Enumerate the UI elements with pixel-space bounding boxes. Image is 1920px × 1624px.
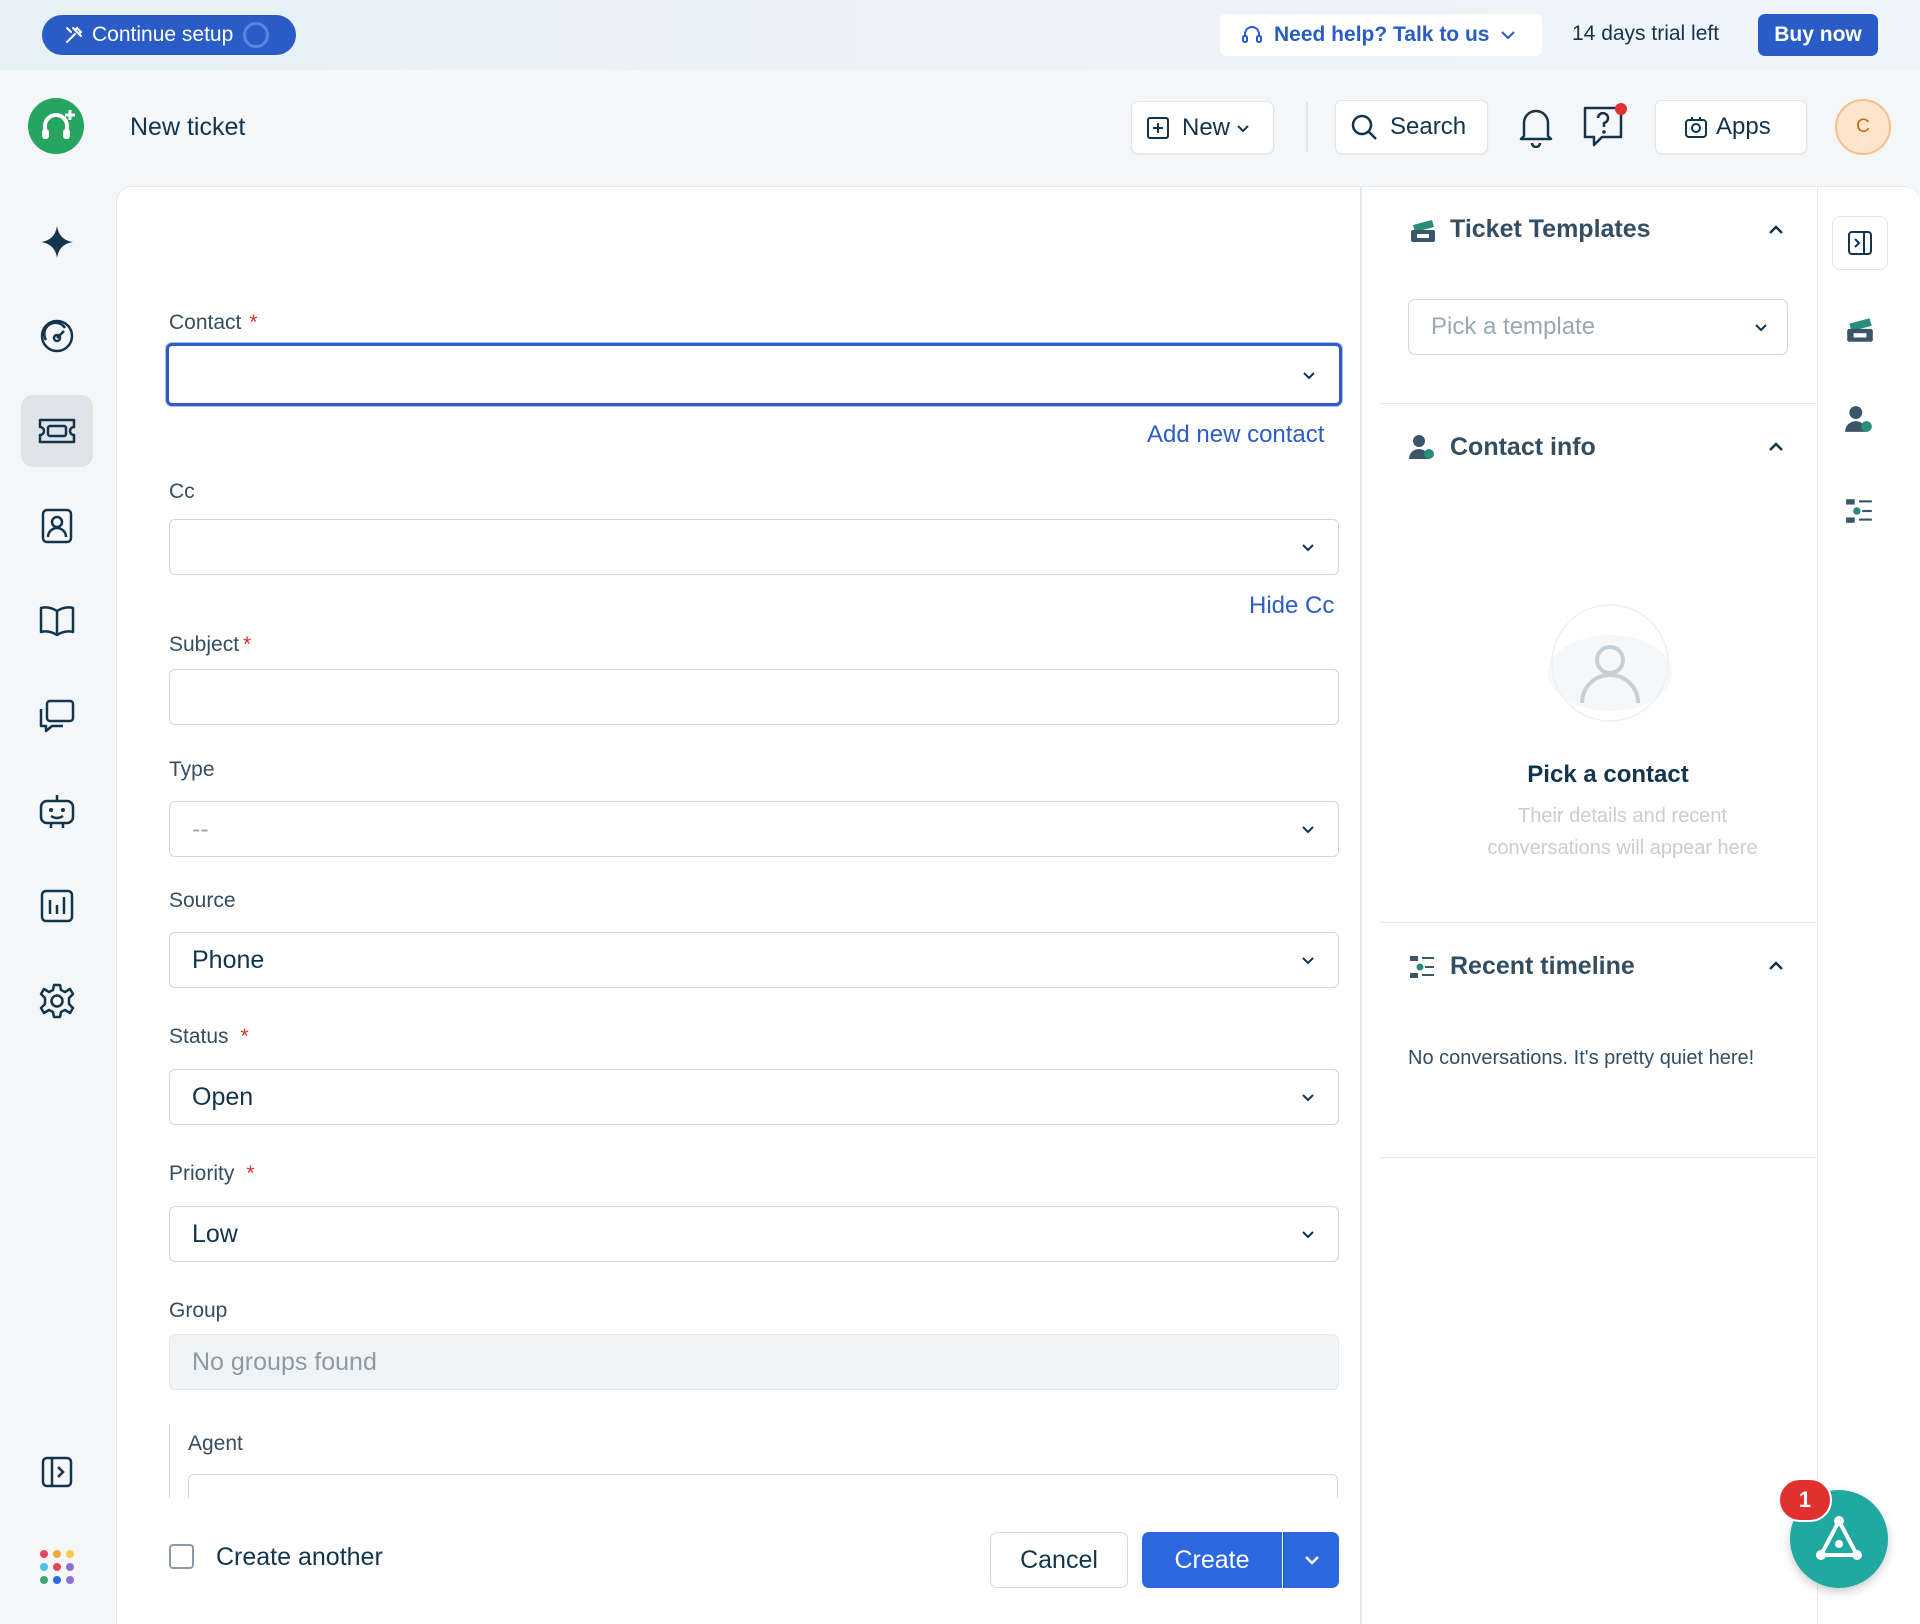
pick-contact-title: Pick a contact: [1527, 761, 1689, 788]
plus-square-icon: [1146, 116, 1170, 140]
template-select[interactable]: Pick a template: [1408, 299, 1788, 355]
chevron-down-icon: [1303, 1551, 1321, 1569]
chevron-down-icon: [1499, 26, 1517, 44]
header-divider: [1306, 102, 1308, 152]
notification-count-badge: 1: [1778, 1478, 1832, 1522]
priority-label: Priority *: [169, 1162, 255, 1185]
freshdesk-logo[interactable]: [28, 98, 84, 154]
recent-timeline-icon: [1408, 953, 1436, 981]
source-select[interactable]: Phone: [169, 932, 1339, 988]
contact-info-icon[interactable]: [1844, 404, 1874, 434]
recent-timeline-title: Recent timeline: [1450, 952, 1635, 980]
ticket-templates-title: Ticket Templates: [1450, 215, 1651, 243]
apps-icon: [1684, 115, 1708, 139]
search-icon: [1350, 113, 1378, 141]
chevron-down-icon: [1300, 1226, 1316, 1242]
section-divider: [1380, 922, 1816, 923]
add-new-contact-link[interactable]: Add new contact: [1147, 421, 1324, 449]
chevron-down-icon: [1753, 319, 1769, 335]
section-divider: [1380, 403, 1816, 404]
user-avatar[interactable]: C: [1835, 99, 1891, 155]
agent-label: Agent: [188, 1432, 243, 1455]
type-select[interactable]: --: [169, 801, 1339, 857]
cancel-button[interactable]: Cancel: [990, 1532, 1128, 1588]
hide-cc-link[interactable]: Hide Cc: [1249, 592, 1334, 620]
talk-to-us-label: Need help? Talk to us: [1274, 23, 1490, 46]
apps-label: Apps: [1716, 113, 1771, 140]
subject-input[interactable]: [169, 669, 1339, 725]
create-button[interactable]: Create: [1142, 1532, 1282, 1588]
search-label: Search: [1390, 113, 1467, 140]
cc-label: Cc: [169, 480, 195, 503]
group-label: Group: [169, 1299, 228, 1322]
notifications-bell-icon[interactable]: [1517, 104, 1555, 148]
trial-days-text: 14 days trial left: [1572, 22, 1720, 45]
subject-label: Subject *: [169, 633, 252, 656]
continue-setup-label: Continue setup: [92, 23, 234, 46]
create-options-dropdown[interactable]: [1283, 1532, 1339, 1588]
buy-now-button[interactable]: Buy now: [1758, 14, 1878, 56]
ticket-side-panel: [1361, 186, 1817, 1624]
status-label: Status *: [169, 1025, 249, 1048]
new-button[interactable]: New: [1131, 101, 1274, 154]
cc-select[interactable]: [169, 519, 1339, 575]
apps-button[interactable]: Apps: [1655, 100, 1807, 154]
ticket-template-icon[interactable]: [1844, 314, 1876, 346]
chevron-down-icon: [1300, 539, 1316, 555]
create-another-label: Create another: [216, 1543, 383, 1571]
tickets-icon[interactable]: [21, 395, 93, 467]
contact-info-icon: [1408, 433, 1436, 461]
help-question-icon[interactable]: [1580, 102, 1630, 150]
ticket-template-icon: [1408, 216, 1438, 246]
collapse-templates-icon[interactable]: [1767, 221, 1785, 239]
contact-label: Contact *: [169, 311, 258, 334]
dashboard-icon[interactable]: [21, 300, 93, 372]
contacts-icon[interactable]: [21, 490, 93, 562]
create-another-checkbox[interactable]: [169, 1544, 194, 1569]
conversations-icon[interactable]: [21, 680, 93, 752]
group-select: No groups found: [169, 1334, 1339, 1390]
headset-icon: [1240, 23, 1264, 47]
status-select[interactable]: Open: [169, 1069, 1339, 1125]
freddy-bot-icon[interactable]: [21, 775, 93, 847]
expand-sidebar-icon[interactable]: [21, 1436, 93, 1508]
chevron-down-icon: [1300, 1089, 1316, 1105]
setup-progress-ring: [243, 22, 270, 48]
pick-contact-subtitle: Their details and recent conversations w…: [1487, 805, 1758, 859]
continue-setup-button[interactable]: Continue setup: [42, 15, 296, 55]
product-switcher-icon[interactable]: [21, 1531, 93, 1603]
search-button[interactable]: Search: [1335, 100, 1488, 154]
contact-info-title: Contact info: [1450, 433, 1596, 461]
context-strip: [1817, 186, 1920, 1624]
talk-to-us-button[interactable]: Need help? Talk to us: [1220, 14, 1542, 56]
collapse-panel-button[interactable]: [1832, 216, 1888, 270]
no-conversations-text: No conversations. It's pretty quiet here…: [1408, 1047, 1755, 1069]
tools-icon: [64, 25, 84, 45]
chevron-down-icon: [1301, 367, 1317, 383]
type-label: Type: [169, 758, 215, 781]
collapse-contact-info-icon[interactable]: [1767, 438, 1785, 456]
source-label: Source: [169, 889, 236, 912]
chevron-down-icon: [1236, 121, 1250, 135]
reports-icon[interactable]: [21, 870, 93, 942]
chevron-down-icon: [1300, 952, 1316, 968]
freddy-ai-sparkle-icon[interactable]: [21, 206, 93, 278]
page-title: New ticket: [130, 113, 246, 141]
recent-timeline-icon[interactable]: [1844, 496, 1874, 526]
new-label: New: [1182, 113, 1231, 141]
collapse-timeline-icon[interactable]: [1767, 957, 1785, 975]
contact-select[interactable]: [166, 343, 1342, 406]
chevron-down-icon: [1300, 821, 1316, 837]
priority-select[interactable]: Low: [169, 1206, 1339, 1262]
section-divider: [1380, 1157, 1816, 1158]
panel-collapse-icon: [1847, 230, 1873, 256]
knowledge-base-icon[interactable]: [21, 585, 93, 657]
empty-contact-illustration-icon: [1540, 598, 1680, 738]
settings-gear-icon[interactable]: [21, 965, 93, 1037]
